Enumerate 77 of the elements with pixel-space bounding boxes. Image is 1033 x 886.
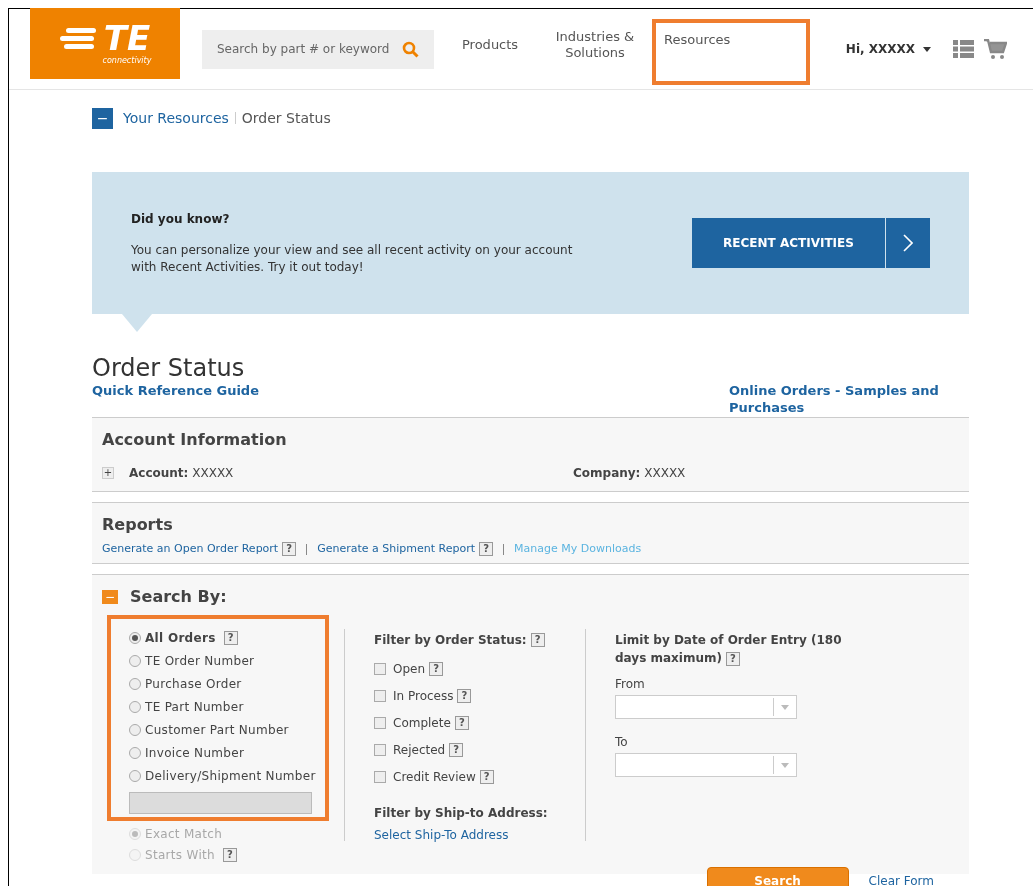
radio-button[interactable] (129, 769, 141, 782)
banner-title: Did you know? (131, 211, 231, 228)
radio-button[interactable] (129, 631, 141, 644)
nav-link[interactable]: Resources (664, 32, 731, 48)
list-icon[interactable] (953, 40, 974, 58)
caret-icon (781, 705, 789, 710)
breadcrumb-link[interactable]: Your Resources (123, 107, 229, 129)
radio-label: All Orders (145, 629, 216, 647)
nav-link[interactable]: Industries & Solutions (555, 29, 635, 61)
radio-label: Invoice Number (145, 744, 245, 762)
recent-activities-button[interactable]: RECENT ACTIVITIES (692, 218, 930, 268)
caret-icon (781, 763, 789, 768)
checkbox-label: Open (393, 660, 426, 678)
search-input[interactable] (129, 792, 312, 814)
caret-icon (923, 46, 931, 52)
checkbox[interactable] (374, 689, 386, 702)
section-title: Account Information (102, 429, 288, 451)
search-field[interactable]: Search by part # or keyword (202, 29, 434, 69)
help-icon[interactable]: ? (223, 630, 238, 645)
field-label: To (615, 734, 629, 751)
checkbox-label: Credit Review (393, 768, 476, 786)
chevron-right-icon (903, 234, 913, 252)
page-title: Order Status (92, 354, 246, 382)
banner-text: You can personalize your view and see all recent activity on your account with Recent Activities. Try it out today! (131, 242, 574, 276)
clear-form-link[interactable]: Clear Form (868, 866, 934, 886)
collapse-toggle[interactable]: − (92, 107, 113, 129)
checkbox-label: Complete (393, 714, 451, 732)
help-icon[interactable]: ? (479, 769, 494, 784)
date-select[interactable] (615, 753, 797, 777)
radio-button[interactable] (129, 677, 141, 690)
radio-label: TE Order Number (145, 652, 255, 670)
radio-button[interactable] (129, 746, 141, 759)
expand-toggle[interactable]: + (102, 467, 114, 479)
help-icon[interactable]: ? (479, 542, 494, 557)
logo-mark: TE (103, 20, 151, 55)
checkbox-label: In Process (393, 687, 454, 705)
help-icon[interactable]: ? (530, 633, 545, 647)
section-title: Search By: (130, 586, 227, 608)
filter-title: Filter by Ship-to Address: (374, 805, 549, 822)
radio-label: Purchase Order (145, 675, 242, 693)
help-icon[interactable]: ? (449, 742, 464, 757)
checkbox[interactable] (374, 770, 386, 783)
radio-label: Delivery/Shipment Number (145, 767, 316, 785)
radio-label: Exact Match (145, 825, 223, 843)
radio-label: Starts With (145, 846, 215, 864)
report-link[interactable]: Generate a Shipment Report (317, 541, 476, 558)
checkbox[interactable] (374, 716, 386, 729)
search-icon[interactable] (402, 40, 419, 58)
account-field: Company: XXXXX (573, 464, 686, 482)
checkbox-label: Rejected (393, 741, 446, 759)
ship-to-link[interactable]: Select Ship-To Address (374, 828, 509, 842)
resource-link[interactable]: Quick Reference Guide (92, 382, 259, 417)
filter-title: Filter by Order Status: (374, 632, 527, 649)
radio-label: TE Part Number (145, 698, 244, 716)
filter-title: Limit by Date of Order Entry (180 days maximum) ? (615, 632, 843, 667)
checkbox[interactable] (374, 662, 386, 675)
radio-button[interactable] (129, 700, 141, 713)
radio-button[interactable] (129, 654, 141, 667)
help-icon[interactable]: ? (429, 661, 444, 676)
user-menu[interactable]: Hi, XXXXX (845, 40, 931, 58)
radio-label: Customer Part Number (145, 721, 289, 739)
breadcrumb-current: Order Status (241, 108, 331, 128)
help-icon[interactable]: ? (282, 542, 297, 557)
report-link[interactable]: Generate an Open Order Report (102, 541, 279, 558)
help-icon[interactable]: ? (725, 651, 740, 666)
date-select[interactable] (615, 695, 797, 719)
field-label: From (615, 676, 646, 693)
help-icon[interactable]: ? (457, 688, 472, 703)
resource-link[interactable]: Online Orders - Samples and Purchases (729, 382, 969, 417)
help-icon[interactable]: ? (454, 715, 469, 730)
logo-tagline: connectivity (102, 54, 152, 67)
section-title: Reports (102, 514, 174, 536)
nav-link[interactable]: Products (462, 37, 519, 53)
cart-icon[interactable] (984, 38, 1007, 60)
checkbox[interactable] (374, 743, 386, 756)
radio-button[interactable] (129, 723, 141, 736)
account-field: Account: XXXXX (129, 464, 573, 482)
